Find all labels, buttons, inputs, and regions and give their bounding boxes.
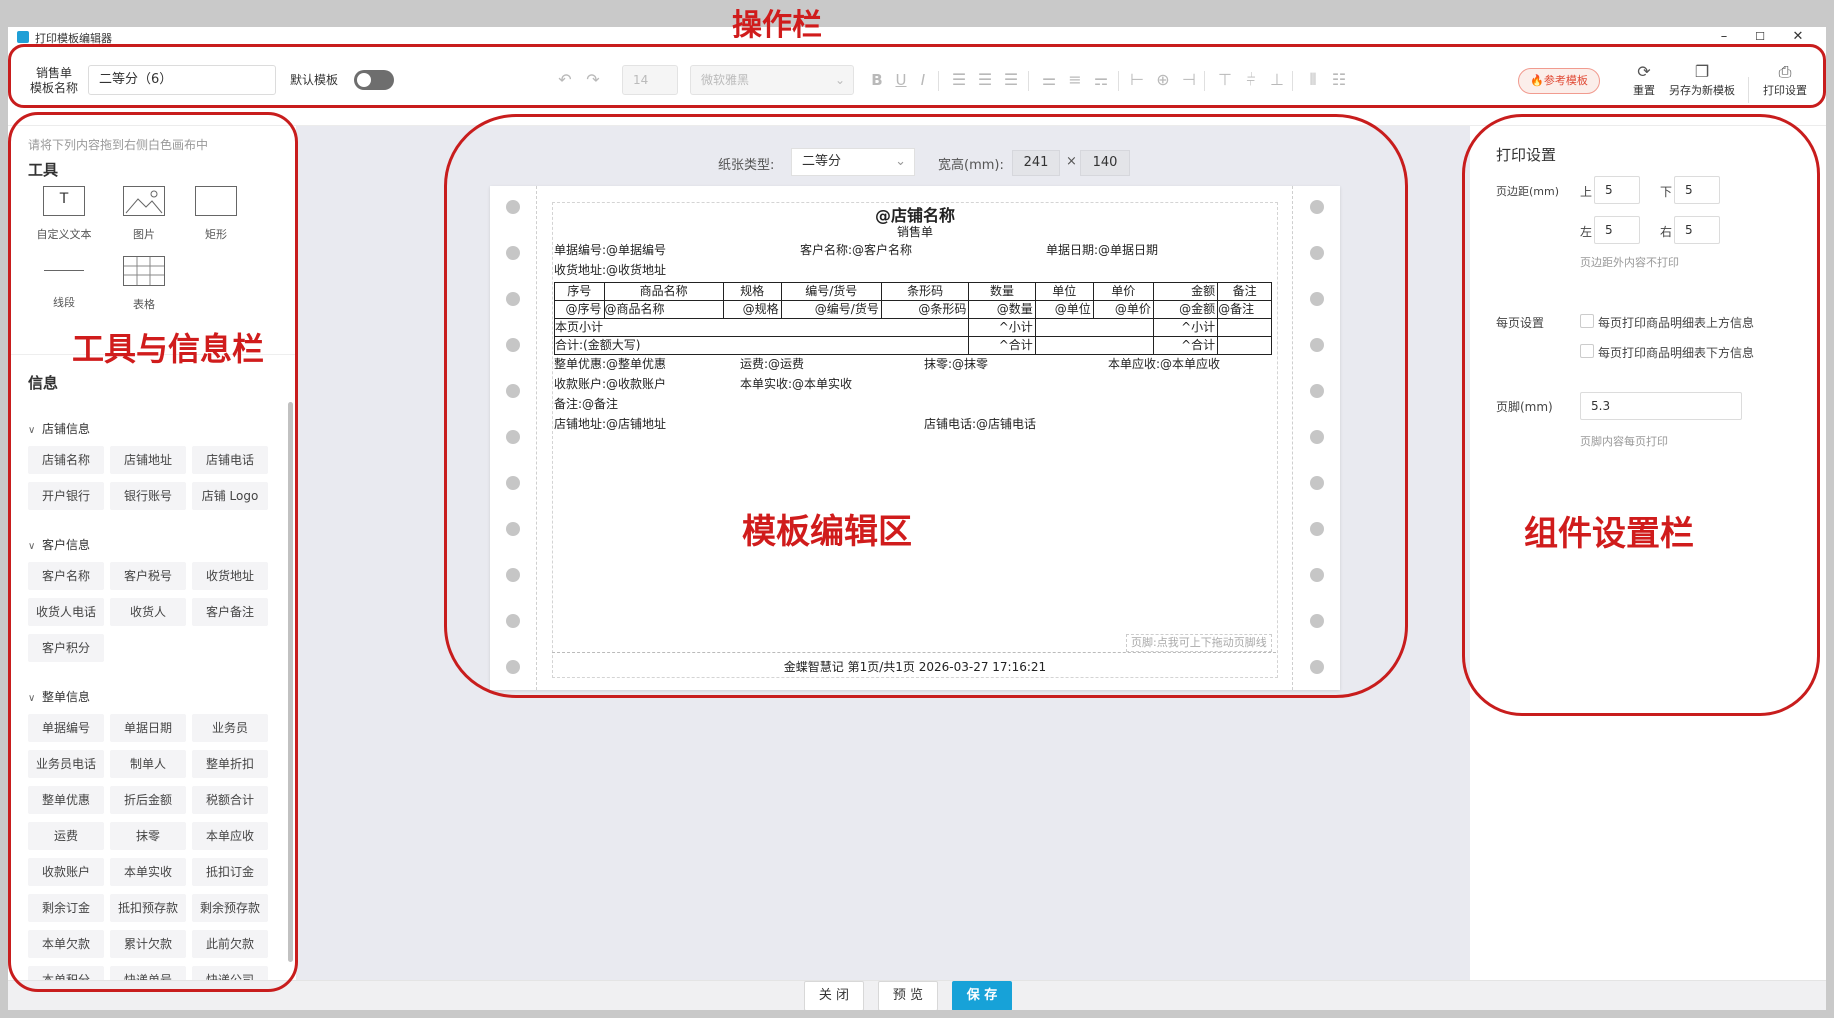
annotation-toolbar-outline — [8, 44, 1826, 108]
annotation-toolbar-label: 操作栏 — [732, 8, 822, 43]
app-icon — [17, 31, 29, 43]
preview-button[interactable]: 预 览 — [878, 981, 938, 1010]
minimize-icon[interactable]: – — [1714, 29, 1734, 45]
annotation-right-outline — [1462, 114, 1820, 716]
save-button[interactable]: 保 存 — [952, 981, 1012, 1010]
annotation-left-label: 工具与信息栏 — [72, 330, 265, 368]
annotation-center-label: 模板编辑区 — [742, 512, 912, 552]
close-icon[interactable]: ✕ — [1788, 29, 1808, 45]
close-button[interactable]: 关 闭 — [804, 981, 864, 1010]
annotation-left-outline — [8, 112, 298, 992]
annotation-center-outline — [444, 114, 1408, 698]
maximize-icon[interactable]: ☐ — [1750, 29, 1770, 45]
annotation-right-label: 组件设置栏 — [1524, 514, 1694, 554]
